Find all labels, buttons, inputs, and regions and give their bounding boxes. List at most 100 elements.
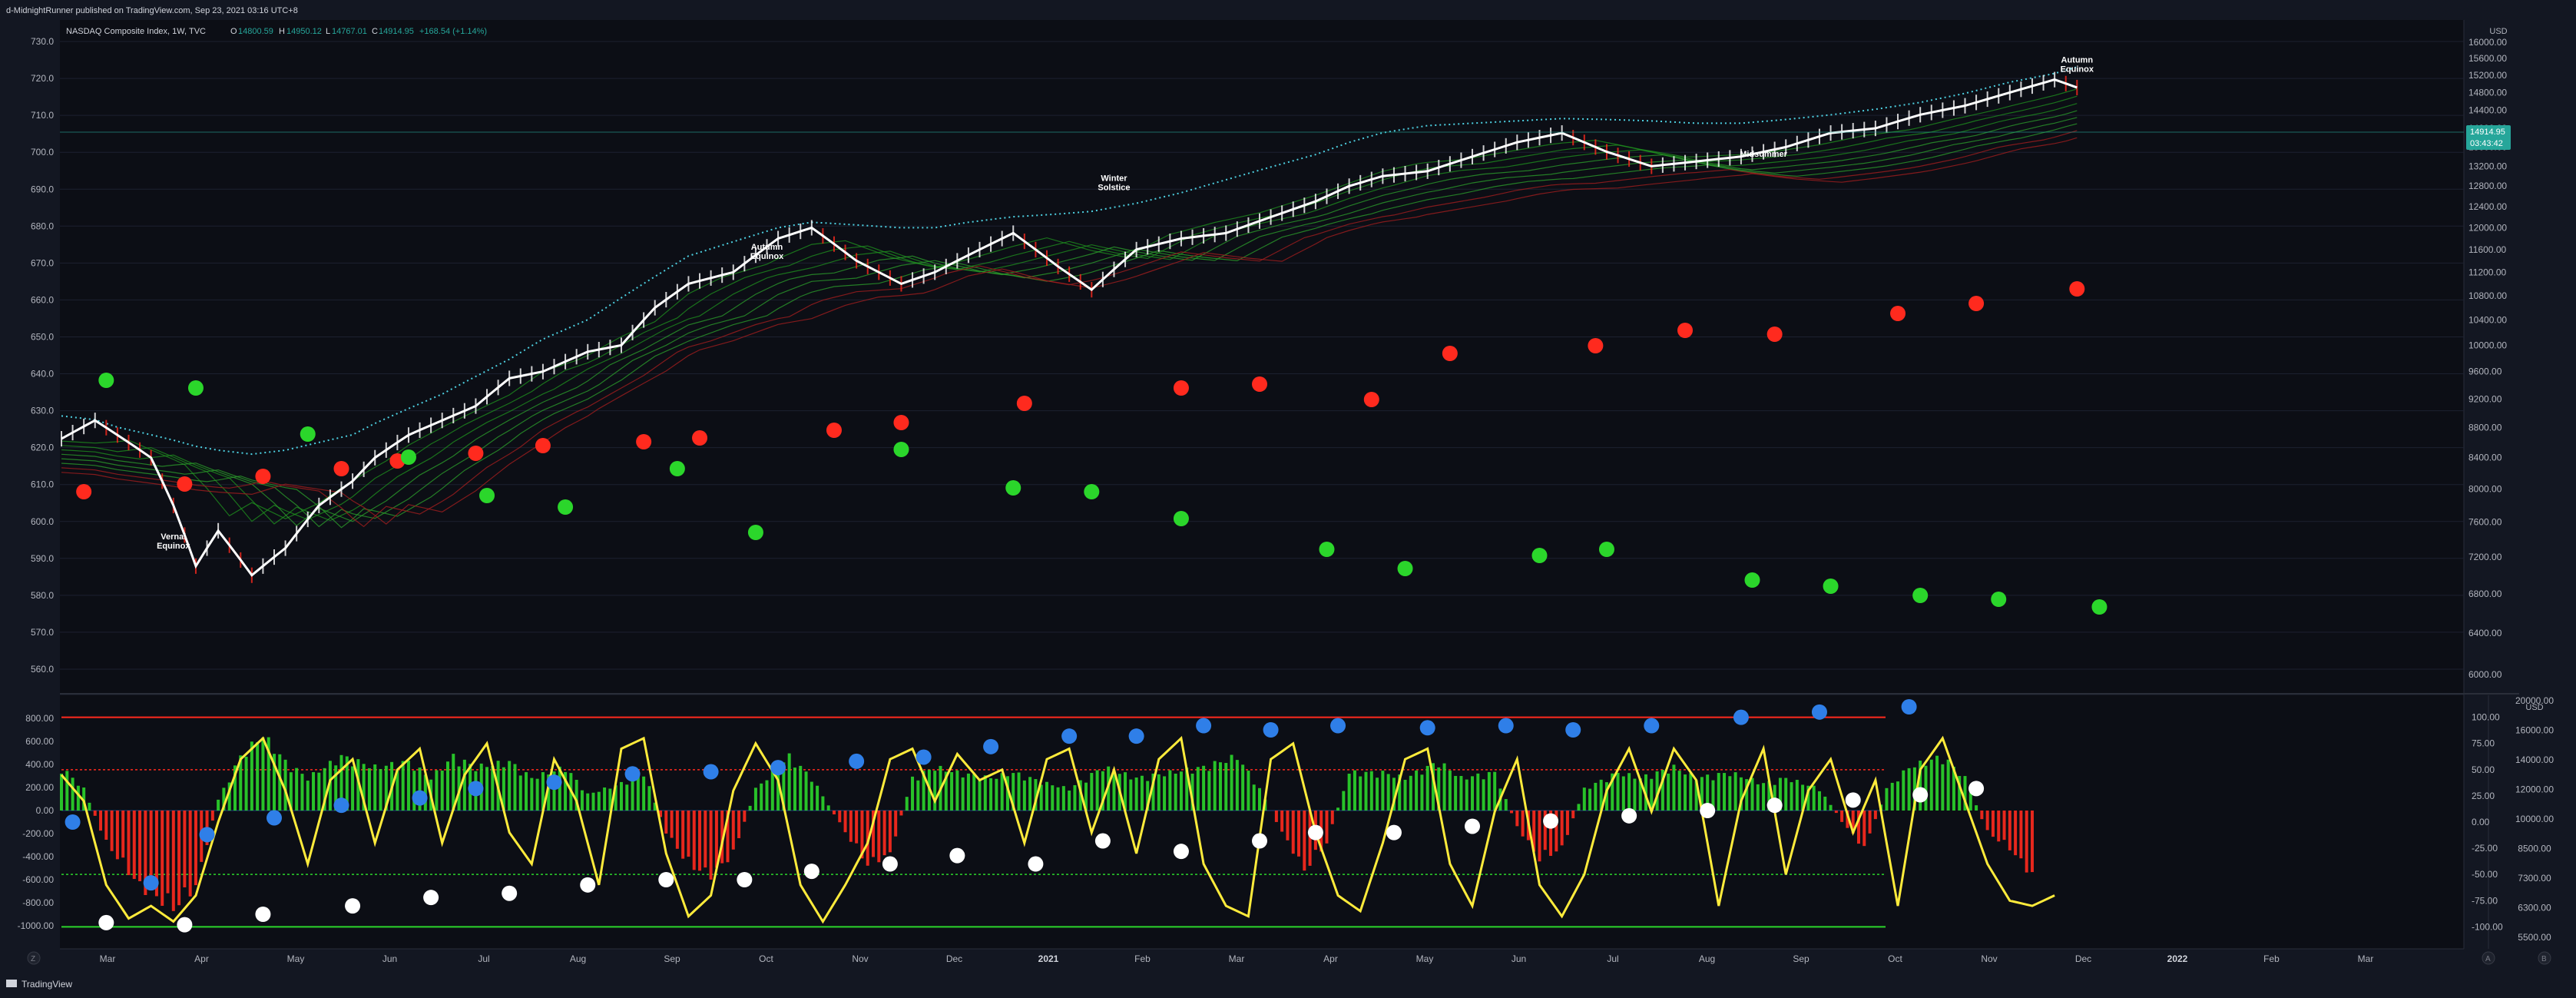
histogram-bar — [1616, 772, 1620, 811]
full-moon-marker — [1252, 376, 1267, 392]
histogram-bar — [513, 764, 517, 811]
histogram-bar — [1286, 811, 1290, 841]
histogram-bar — [1946, 759, 1950, 811]
right-axis-unit: USD — [2489, 27, 2507, 36]
log-scale-label: B — [2541, 955, 2547, 963]
histogram-bar — [121, 811, 125, 858]
full-moon-marker — [636, 434, 652, 449]
time-axis-tick: Aug — [570, 953, 586, 964]
blue-dot-marker — [1061, 728, 1078, 744]
footer-brand[interactable]: TradingView — [22, 979, 72, 990]
histogram-bar — [591, 792, 595, 811]
histogram-bar — [367, 768, 371, 811]
annotation-label: Equinox — [2061, 65, 2094, 75]
histogram-bar — [1000, 773, 1004, 811]
new-moon-marker — [1823, 579, 1839, 594]
right-axis-tick: 16000.00 — [2468, 37, 2507, 48]
histogram-bar — [1442, 763, 1446, 811]
histogram-bar — [1235, 760, 1239, 811]
time-axis-tick: Apr — [194, 953, 209, 964]
histogram-bar — [1476, 773, 1480, 811]
histogram-bar — [642, 776, 646, 811]
osc-mid-tick: -25.00 — [2472, 843, 2498, 854]
histogram-bar — [188, 811, 192, 897]
left-axis-tick: 670.0 — [31, 257, 54, 268]
time-axis-tick: Oct — [759, 953, 773, 964]
right-axis-tick: 12400.00 — [2468, 201, 2507, 212]
histogram-bar — [283, 759, 287, 811]
histogram-bar — [631, 777, 634, 811]
auto-scale-label: A — [2485, 955, 2491, 963]
white-dot-marker — [1028, 856, 1044, 872]
chart-canvas[interactable]: d-MidnightRunner published on TradingVie… — [0, 0, 2576, 998]
new-moon-marker — [1397, 561, 1413, 576]
histogram-bar — [2025, 811, 2028, 873]
histogram-bar — [1369, 771, 1373, 811]
blue-dot-marker — [65, 814, 81, 830]
right-axis-tick: 9600.00 — [2468, 366, 2502, 377]
blue-dot-marker — [1128, 728, 1144, 744]
histogram-bar — [1717, 773, 1720, 811]
open-label: O — [230, 27, 237, 36]
white-dot-marker — [580, 877, 596, 893]
histogram-bar — [810, 781, 813, 811]
price-badge: 14914.95 03:43:42 — [2466, 125, 2511, 150]
histogram-bar — [1325, 811, 1329, 844]
histogram-bar — [1459, 776, 1463, 811]
histogram-bar — [401, 761, 405, 811]
full-moon-marker — [1677, 323, 1694, 338]
histogram-bar — [580, 790, 584, 811]
histogram-bar — [1028, 777, 1032, 811]
histogram-bar — [1684, 774, 1687, 811]
histogram-bar — [765, 780, 769, 811]
full-moon-marker — [1968, 296, 1985, 311]
left-axis-tick: 610.0 — [31, 479, 54, 490]
histogram-bar — [1207, 771, 1211, 811]
histogram-bar — [1247, 771, 1250, 811]
left-axis-tick: 590.0 — [31, 553, 54, 564]
blue-dot-marker — [468, 781, 484, 797]
blue-dot-marker — [267, 810, 283, 826]
histogram-bar — [1594, 782, 1598, 811]
histogram-bar — [597, 791, 601, 811]
left-axis-tick: 560.0 — [31, 664, 54, 675]
histogram-bar — [2019, 811, 2023, 859]
full-moon-marker — [1173, 380, 1189, 396]
histogram-bar — [743, 811, 747, 822]
histogram-bar — [1022, 780, 1026, 811]
new-moon-marker — [1005, 480, 1021, 496]
blue-dot-marker — [849, 753, 865, 769]
histogram-bar — [1823, 796, 1827, 811]
left-axis-tick: 650.0 — [31, 331, 54, 342]
histogram-bar — [748, 805, 752, 811]
histogram-bar — [625, 784, 629, 811]
histogram-bar — [787, 753, 791, 811]
histogram-bar — [753, 787, 757, 811]
histogram-bar — [1359, 776, 1362, 811]
price-badge-value: 14914.95 — [2470, 128, 2505, 137]
histogram-bar — [972, 774, 976, 811]
osc-right-tick: 16000.00 — [2515, 725, 2554, 736]
right-axis-tick: 11600.00 — [2468, 244, 2506, 255]
osc-left-tick: -1000.00 — [18, 920, 55, 931]
annotation-label: Equinox — [750, 252, 784, 261]
histogram-bar — [737, 811, 741, 838]
histogram-bar — [1258, 787, 1261, 811]
right-axis-tick: 6000.00 — [2468, 669, 2502, 680]
histogram-bar — [816, 785, 819, 811]
histogram-bar — [855, 811, 859, 844]
annotation-label: Vernal — [161, 532, 186, 542]
histogram-bar — [1689, 773, 1693, 811]
osc-mid-tick: 50.00 — [2472, 764, 2495, 775]
histogram-bar — [138, 811, 142, 882]
histogram-bar — [71, 778, 74, 811]
histogram-bar — [88, 802, 91, 811]
new-moon-marker — [1319, 542, 1335, 557]
annotation-label: Autumn — [2061, 56, 2094, 65]
histogram-bar — [93, 811, 97, 816]
histogram-bar — [110, 811, 114, 851]
histogram-bar — [1577, 804, 1581, 811]
histogram-bar — [1174, 773, 1177, 811]
osc-left-tick: 600.00 — [25, 736, 54, 747]
histogram-bar — [966, 773, 970, 811]
